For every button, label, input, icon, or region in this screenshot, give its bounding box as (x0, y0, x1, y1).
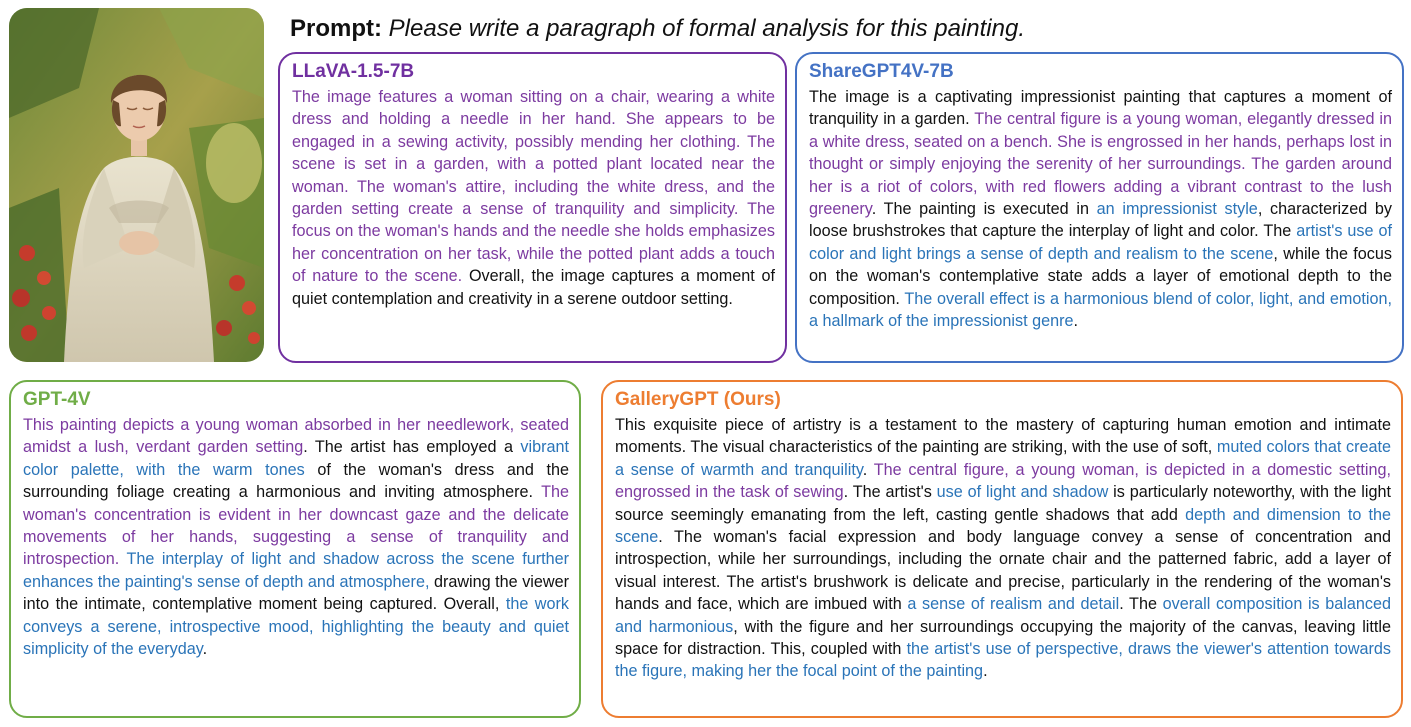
prompt-label: Prompt: (290, 15, 382, 42)
body-text: . The painting is executed in (871, 200, 1097, 219)
prompt-text: Please write a paragraph of formal analy… (388, 15, 1025, 42)
highlighted-text: use of light and shadow (936, 483, 1109, 502)
highlighted-text: The image features a woman sitting on a … (292, 88, 775, 286)
highlighted-text: a sense of realism and detail (907, 595, 1120, 614)
panel-body: This painting depicts a young woman abso… (23, 414, 569, 660)
panel-title: GalleryGPT (Ours) (615, 389, 781, 410)
panel-body: The image is a captivating impressionist… (809, 86, 1392, 332)
sharegpt4v-panel: ShareGPT4V-7B The image is a captivating… (795, 52, 1404, 363)
prompt: Prompt: Please write a paragraph of form… (290, 12, 1025, 46)
gallerygpt-panel: GalleryGPT (Ours) This exquisite piece o… (601, 380, 1403, 718)
painting-image (9, 8, 264, 362)
panel-body: This exquisite piece of artistry is a te… (615, 414, 1391, 683)
body-text: . (202, 640, 208, 659)
body-text: . The (1119, 595, 1163, 614)
body-text: . The artist's (843, 483, 937, 502)
highlighted-text: an impressionist style (1096, 200, 1258, 219)
panel-title: LLaVA-1.5-7B (292, 61, 415, 82)
llava-panel: LLaVA-1.5-7B The image features a woman … (278, 52, 787, 363)
body-text: . (983, 662, 988, 681)
body-text: . The artist has employed a (303, 438, 521, 457)
body-text: . (1073, 312, 1079, 331)
panel-title: ShareGPT4V-7B (809, 61, 954, 82)
body-text: . (862, 460, 874, 479)
gpt4v-panel: GPT-4V This painting depicts a young wom… (9, 380, 581, 718)
panel-title: GPT-4V (23, 389, 91, 410)
panel-body: The image features a woman sitting on a … (292, 86, 775, 310)
